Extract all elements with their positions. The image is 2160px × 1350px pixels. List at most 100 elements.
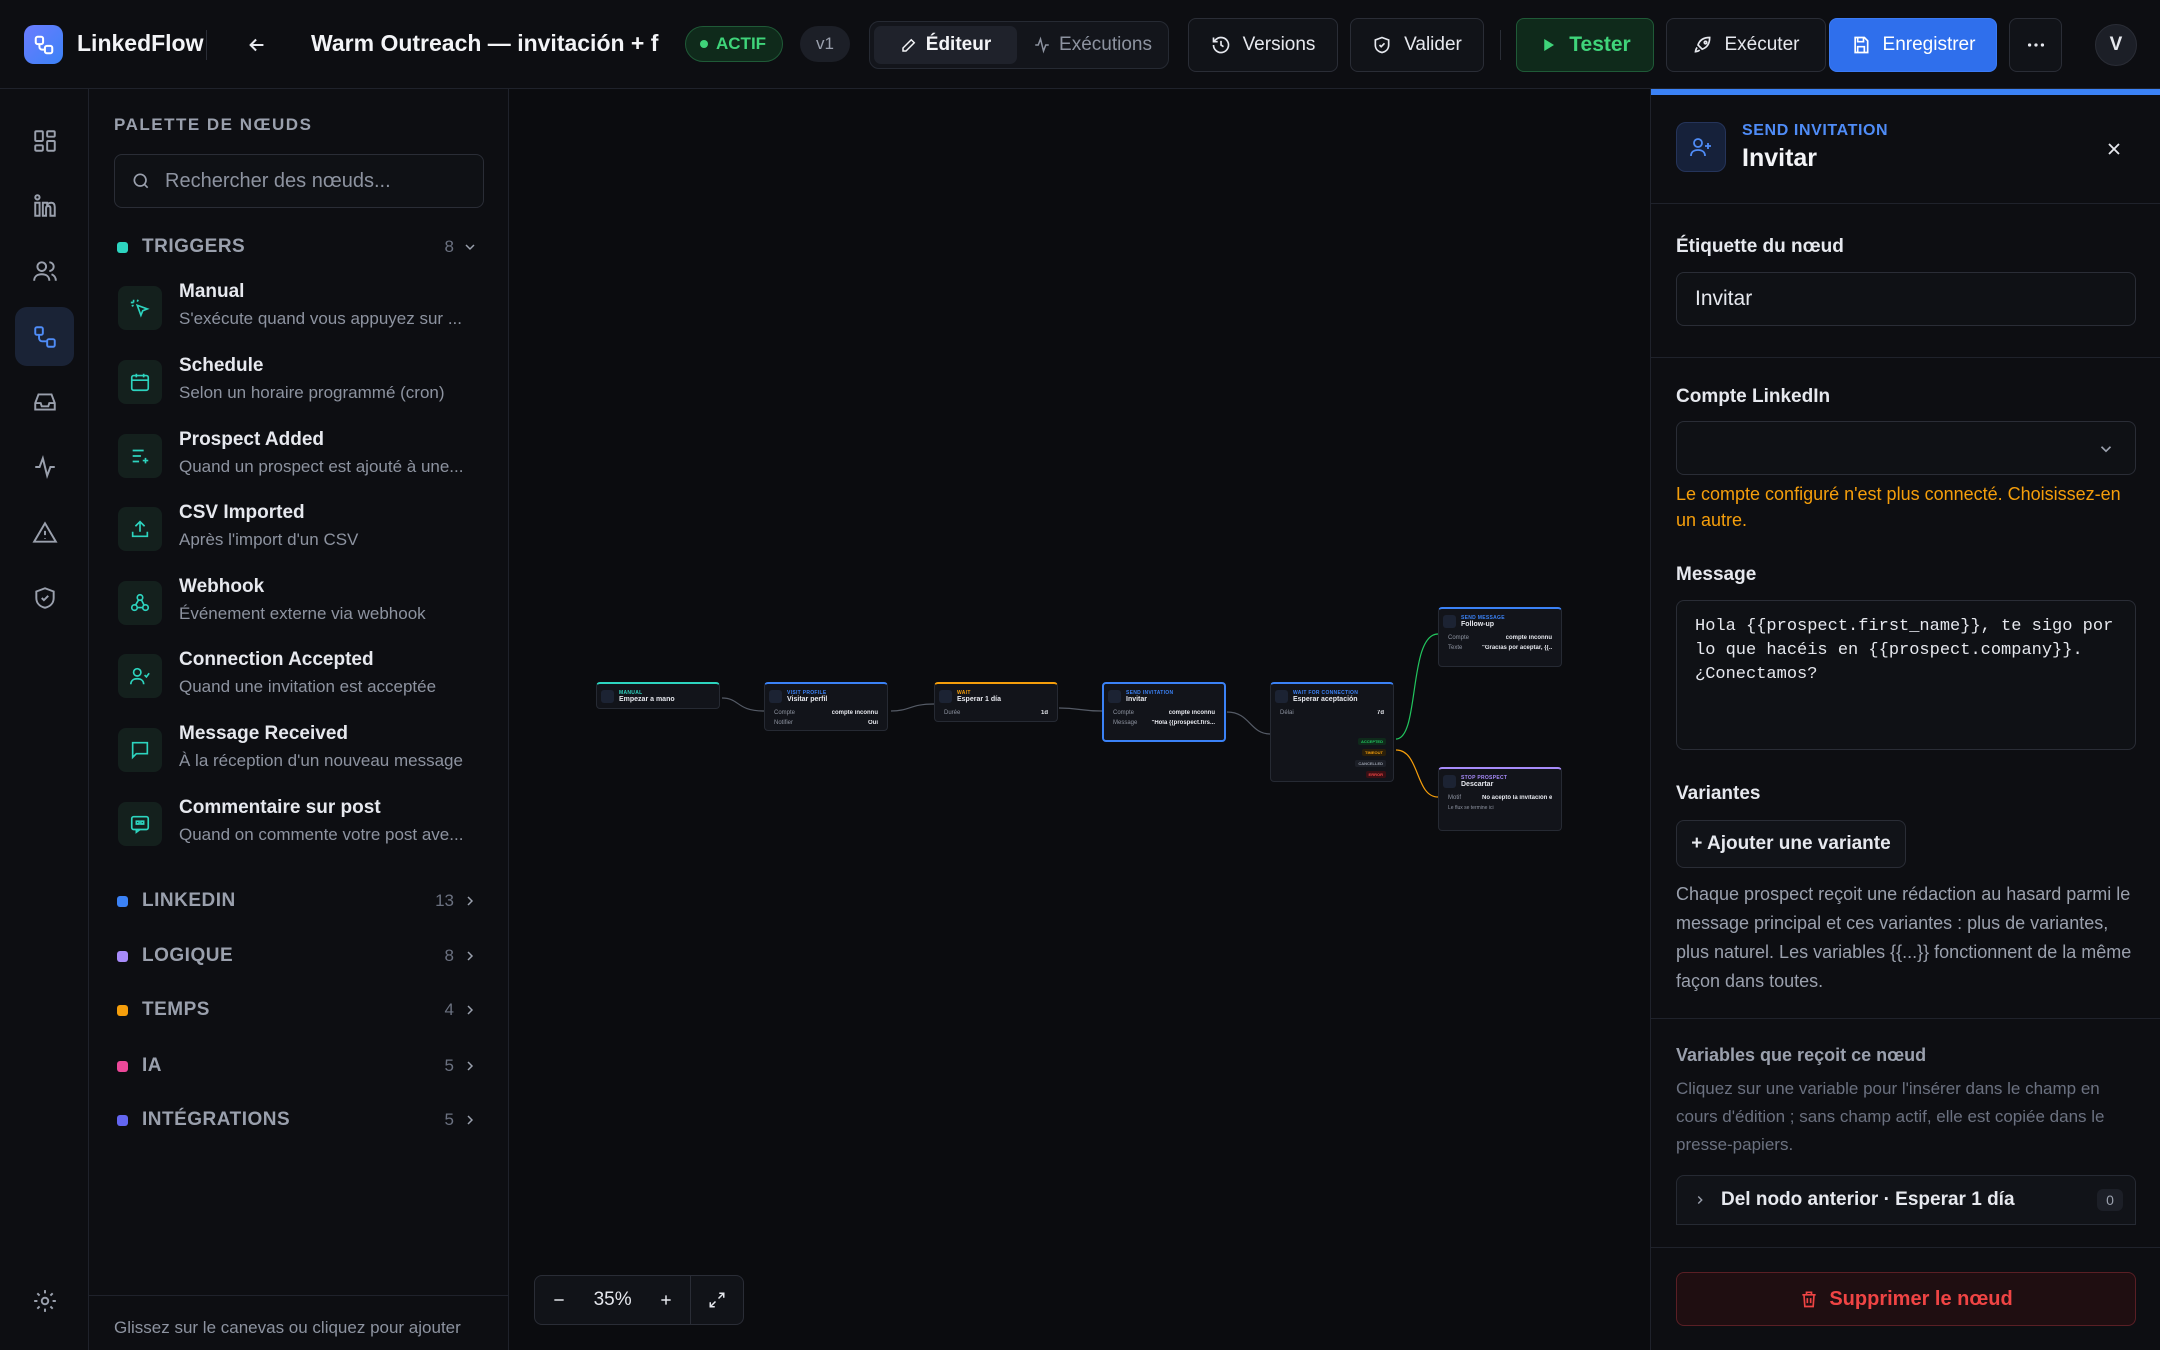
palette-node-csv-imported[interactable]: CSV Imported Après l'import d'un CSV: [118, 496, 488, 564]
tab-executions[interactable]: Exécutions: [1021, 26, 1164, 64]
user-avatar[interactable]: V: [2095, 24, 2137, 66]
variables-group[interactable]: Del nodo anterior · Esperar 1 día 0: [1676, 1175, 2136, 1225]
palette-node-schedule[interactable]: Schedule Selon un horaire programmé (cro…: [118, 349, 488, 417]
canvas-node-send-invitation[interactable]: SEND INVITATION Invitar Compte compte inco…: [1102, 682, 1226, 742]
workflow-title[interactable]: Warm Outreach — invitación + follow-up: [311, 30, 659, 57]
user-plus-icon: [1676, 122, 1726, 172]
linkedin-account-select[interactable]: [1676, 421, 2136, 475]
validate-button[interactable]: Valider: [1350, 18, 1484, 72]
node-label-input[interactable]: Invitar: [1676, 272, 2136, 326]
palette-node-post-comment[interactable]: Commentaire sur post Quand on commente v…: [118, 791, 488, 859]
palette-node-message-received[interactable]: Message Received À la réception d'un nou…: [118, 717, 488, 785]
palette-node-name: Commentaire sur post: [179, 797, 381, 818]
node-label: Visitar perfil: [787, 695, 828, 703]
canvas-node-send-message[interactable]: SEND MESSAGE Follow-up Compte compte incon…: [1438, 607, 1562, 667]
accent-bar: [1651, 89, 2160, 95]
canvas-node-manual[interactable]: MANUAL Empezar a mano: [596, 682, 720, 709]
node-label: Esperar aceptación: [1293, 695, 1358, 703]
node-field-value: compte inconnu: [1505, 635, 1552, 641]
category-linkedin[interactable]: LINKEDIN 13: [114, 881, 484, 921]
inspector-node-name: Invitar: [1742, 144, 1818, 172]
category-ia[interactable]: IA 5: [114, 1046, 484, 1086]
versions-button[interactable]: Versions: [1188, 18, 1338, 72]
save-button[interactable]: Enregistrer: [1829, 18, 1997, 72]
view-switcher: Éditeur Exécutions: [869, 21, 1169, 69]
app-logo-icon[interactable]: [24, 25, 63, 64]
user-plus-icon: [1108, 689, 1121, 703]
shield-icon[interactable]: [15, 568, 74, 627]
tab-editor[interactable]: Éditeur: [874, 26, 1017, 64]
rocket-icon: [1694, 36, 1711, 53]
palette-node-connection-accepted[interactable]: Connection Accepted Quand une invitation…: [118, 643, 488, 711]
inbox-icon[interactable]: [15, 372, 74, 431]
node-field-key: Délai: [1280, 710, 1294, 716]
palette-node-name: Webhook: [179, 576, 265, 597]
activity-icon[interactable]: [15, 437, 74, 496]
palette-node-webhook[interactable]: Webhook Événement externe via webhook: [118, 570, 488, 638]
node-type: SEND INVITATION: [1126, 689, 1174, 696]
search-input[interactable]: [165, 169, 465, 193]
category-count: 8: [444, 237, 454, 256]
users-icon[interactable]: [15, 241, 74, 300]
dashboard-icon[interactable]: [15, 111, 74, 170]
divider: [1500, 30, 1501, 60]
category-count: 5: [444, 1110, 454, 1129]
variants-field-label: Variantes: [1676, 783, 1761, 804]
category-color-swatch: [117, 950, 128, 962]
history-icon: [1212, 36, 1229, 54]
delete-node-button[interactable]: Supprimer le nœud: [1676, 1272, 2136, 1326]
calendar-icon: [118, 360, 162, 404]
add-variant-button[interactable]: + Ajouter une variante: [1676, 820, 1906, 868]
version-badge[interactable]: v1: [800, 26, 850, 62]
node-field-key: Compte: [774, 710, 796, 716]
canvas-node-wait[interactable]: WAIT Esperar 1 día Durée 1d: [934, 682, 1058, 722]
run-button[interactable]: Exécuter: [1666, 18, 1826, 72]
more-horizontal-icon: [2027, 43, 2044, 47]
palette-node-desc: Après l'import d'un CSV: [179, 530, 359, 549]
palette-node-name: Message Received: [179, 723, 348, 744]
category-temps[interactable]: TEMPS 4: [114, 990, 484, 1030]
palette-node-prospect-added[interactable]: Prospect Added Quand un prospect est ajo…: [118, 423, 488, 491]
node-field-key: Compte: [1113, 710, 1135, 716]
node-field-value: No aceptó la invitación e...: [1482, 795, 1552, 801]
chevron-right-icon: [1697, 1196, 1703, 1204]
linkedin-account-field-label: Compte LinkedIn: [1676, 386, 1831, 407]
category-count: 4: [444, 1000, 454, 1019]
alert-icon[interactable]: [15, 503, 74, 562]
divider: [1651, 1247, 2160, 1248]
canvas-node-wait-for-connection[interactable]: WAIT FOR CONNECTION Esperar aceptación Dé…: [1270, 682, 1394, 782]
canvas-node-stop-prospect[interactable]: STOP PROSPECT Descartar Motif No aceptó la…: [1438, 767, 1562, 831]
linkedin-icon[interactable]: [15, 176, 74, 235]
variables-group-label: Del nodo anterior · Esperar 1 día: [1721, 1189, 2015, 1210]
back-arrow-icon[interactable]: [240, 28, 274, 62]
category-count: 5: [444, 1056, 454, 1075]
message-icon: [118, 728, 162, 772]
category-triggers[interactable]: TRIGGERS 8: [114, 227, 484, 267]
validate-label: Valider: [1404, 34, 1462, 55]
variants-help-text: Chaque prospect reçoit une rédaction au …: [1676, 884, 2132, 991]
gear-icon[interactable]: [15, 1271, 74, 1330]
more-options-button[interactable]: [2009, 18, 2062, 72]
hourglass-icon: [1275, 689, 1288, 703]
palette-node-manual[interactable]: Manual S'exécute quand vous appuyez sur …: [118, 275, 488, 343]
category-name: TEMPS: [142, 999, 210, 1020]
message-textarea[interactable]: Hola {{prospect.first_name}}, te sigo po…: [1676, 600, 2136, 750]
user-check-icon: [118, 654, 162, 698]
fit-view-icon[interactable]: [691, 1276, 743, 1324]
test-button[interactable]: Tester: [1516, 18, 1654, 72]
node-field-key: Durée: [944, 710, 961, 716]
category-color-swatch: [117, 895, 128, 907]
node-label-field-label: Étiquette du nœud: [1676, 236, 1844, 257]
close-icon[interactable]: [2099, 134, 2129, 164]
workflow-canvas[interactable]: MANUAL Empezar a mano VISIT PROFILE Visita…: [510, 89, 1650, 1350]
zoom-out-icon[interactable]: [535, 1276, 583, 1324]
category-count: 13: [435, 891, 454, 910]
category-integrations[interactable]: INTÉGRATIONS 5: [114, 1100, 484, 1140]
category-logique[interactable]: LOGIQUE 8: [114, 936, 484, 976]
zoom-in-icon[interactable]: [642, 1276, 690, 1324]
workflows-icon[interactable]: [15, 307, 74, 366]
canvas-node-visit-profile[interactable]: VISIT PROFILE Visitar perfil Compte compte…: [764, 682, 888, 731]
shield-check-icon: [1374, 36, 1390, 54]
list-plus-icon: [118, 434, 162, 478]
edge: [721, 697, 765, 712]
